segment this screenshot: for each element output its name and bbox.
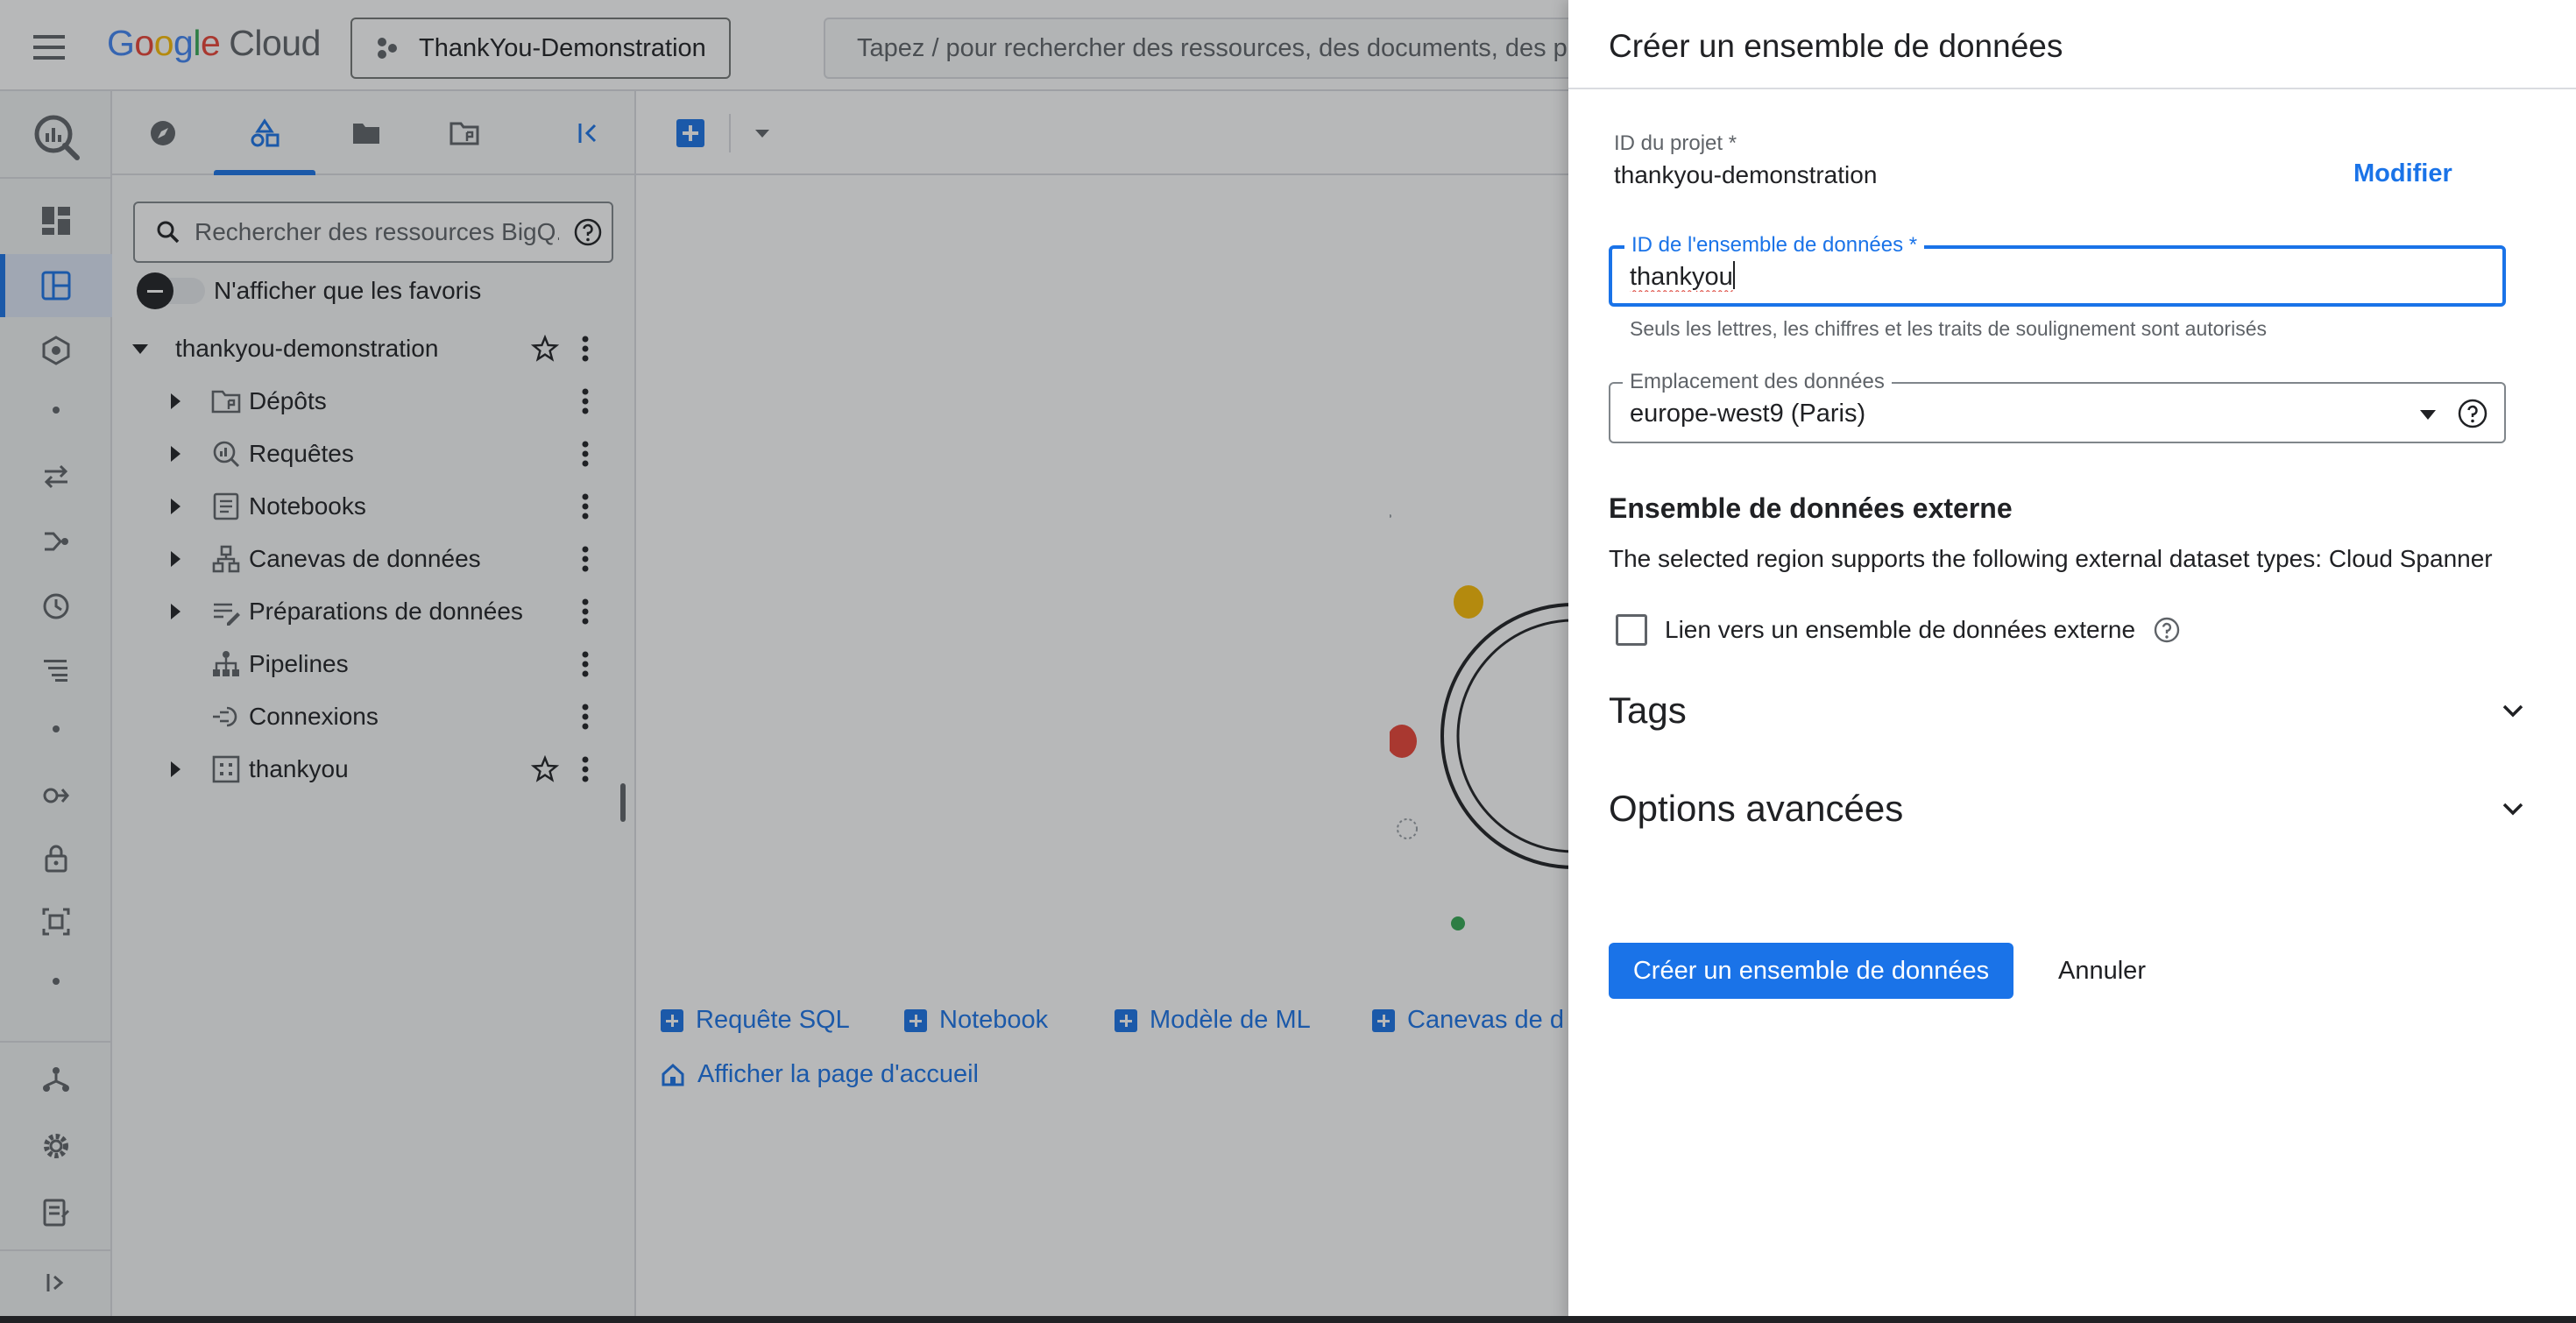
dataset-id-field[interactable]: ID de l'ensemble de données *: [1609, 233, 2506, 307]
external-dataset-checkbox-label[interactable]: Lien vers un ensemble de données externe: [1665, 616, 2135, 644]
dataset-id-label: ID de l'ensemble de données *: [1624, 233, 1925, 258]
chevron-down-icon: [2502, 704, 2523, 718]
help-icon[interactable]: [2153, 616, 2181, 644]
window-bottom-edge: [0, 1316, 2576, 1323]
external-dataset-description: The selected region supports the followi…: [1609, 545, 2493, 572]
text-cursor: [1733, 261, 1735, 289]
create-dataset-button[interactable]: Créer un ensemble de données: [1609, 943, 2013, 999]
dataset-id-input[interactable]: [1630, 259, 2488, 294]
project-id-value: thankyou-demonstration: [1614, 161, 1878, 188]
external-dataset-checkbox[interactable]: [1616, 614, 1647, 646]
modal-scrim-overlay[interactable]: [0, 0, 1568, 1323]
panel-title: Créer un ensemble de données: [1609, 28, 2063, 64]
dropdown-arrow-icon[interactable]: [2417, 403, 2439, 426]
edit-project-button[interactable]: Modifier: [2353, 159, 2452, 188]
external-dataset-heading: Ensemble de données externe: [1609, 492, 2013, 524]
cancel-button[interactable]: Annuler: [2036, 943, 2168, 999]
data-location-select[interactable]: Emplacement des données europe-west9 (Pa…: [1609, 370, 2506, 443]
create-dataset-panel: Créer un ensemble de données ID du proje…: [1568, 0, 2576, 1323]
external-dataset-checkbox-row: Lien vers un ensemble de données externe: [1616, 610, 2181, 650]
tags-section-header[interactable]: Tags: [1609, 680, 2527, 741]
project-id-label: ID du projet *: [1614, 131, 1737, 155]
advanced-options-label: Options avancées: [1609, 788, 1904, 829]
dataset-id-hint: Seuls les lettres, les chiffres et les t…: [1630, 317, 2267, 340]
data-location-value: europe-west9 (Paris): [1630, 400, 1866, 428]
panel-header: Créer un ensemble de données: [1568, 0, 2576, 89]
chevron-down-icon: [2502, 803, 2523, 816]
help-icon[interactable]: [2457, 398, 2488, 429]
advanced-options-section-header[interactable]: Options avancées: [1609, 778, 2527, 839]
data-location-label: Emplacement des données: [1623, 370, 1892, 394]
tags-section-label: Tags: [1609, 690, 1687, 731]
